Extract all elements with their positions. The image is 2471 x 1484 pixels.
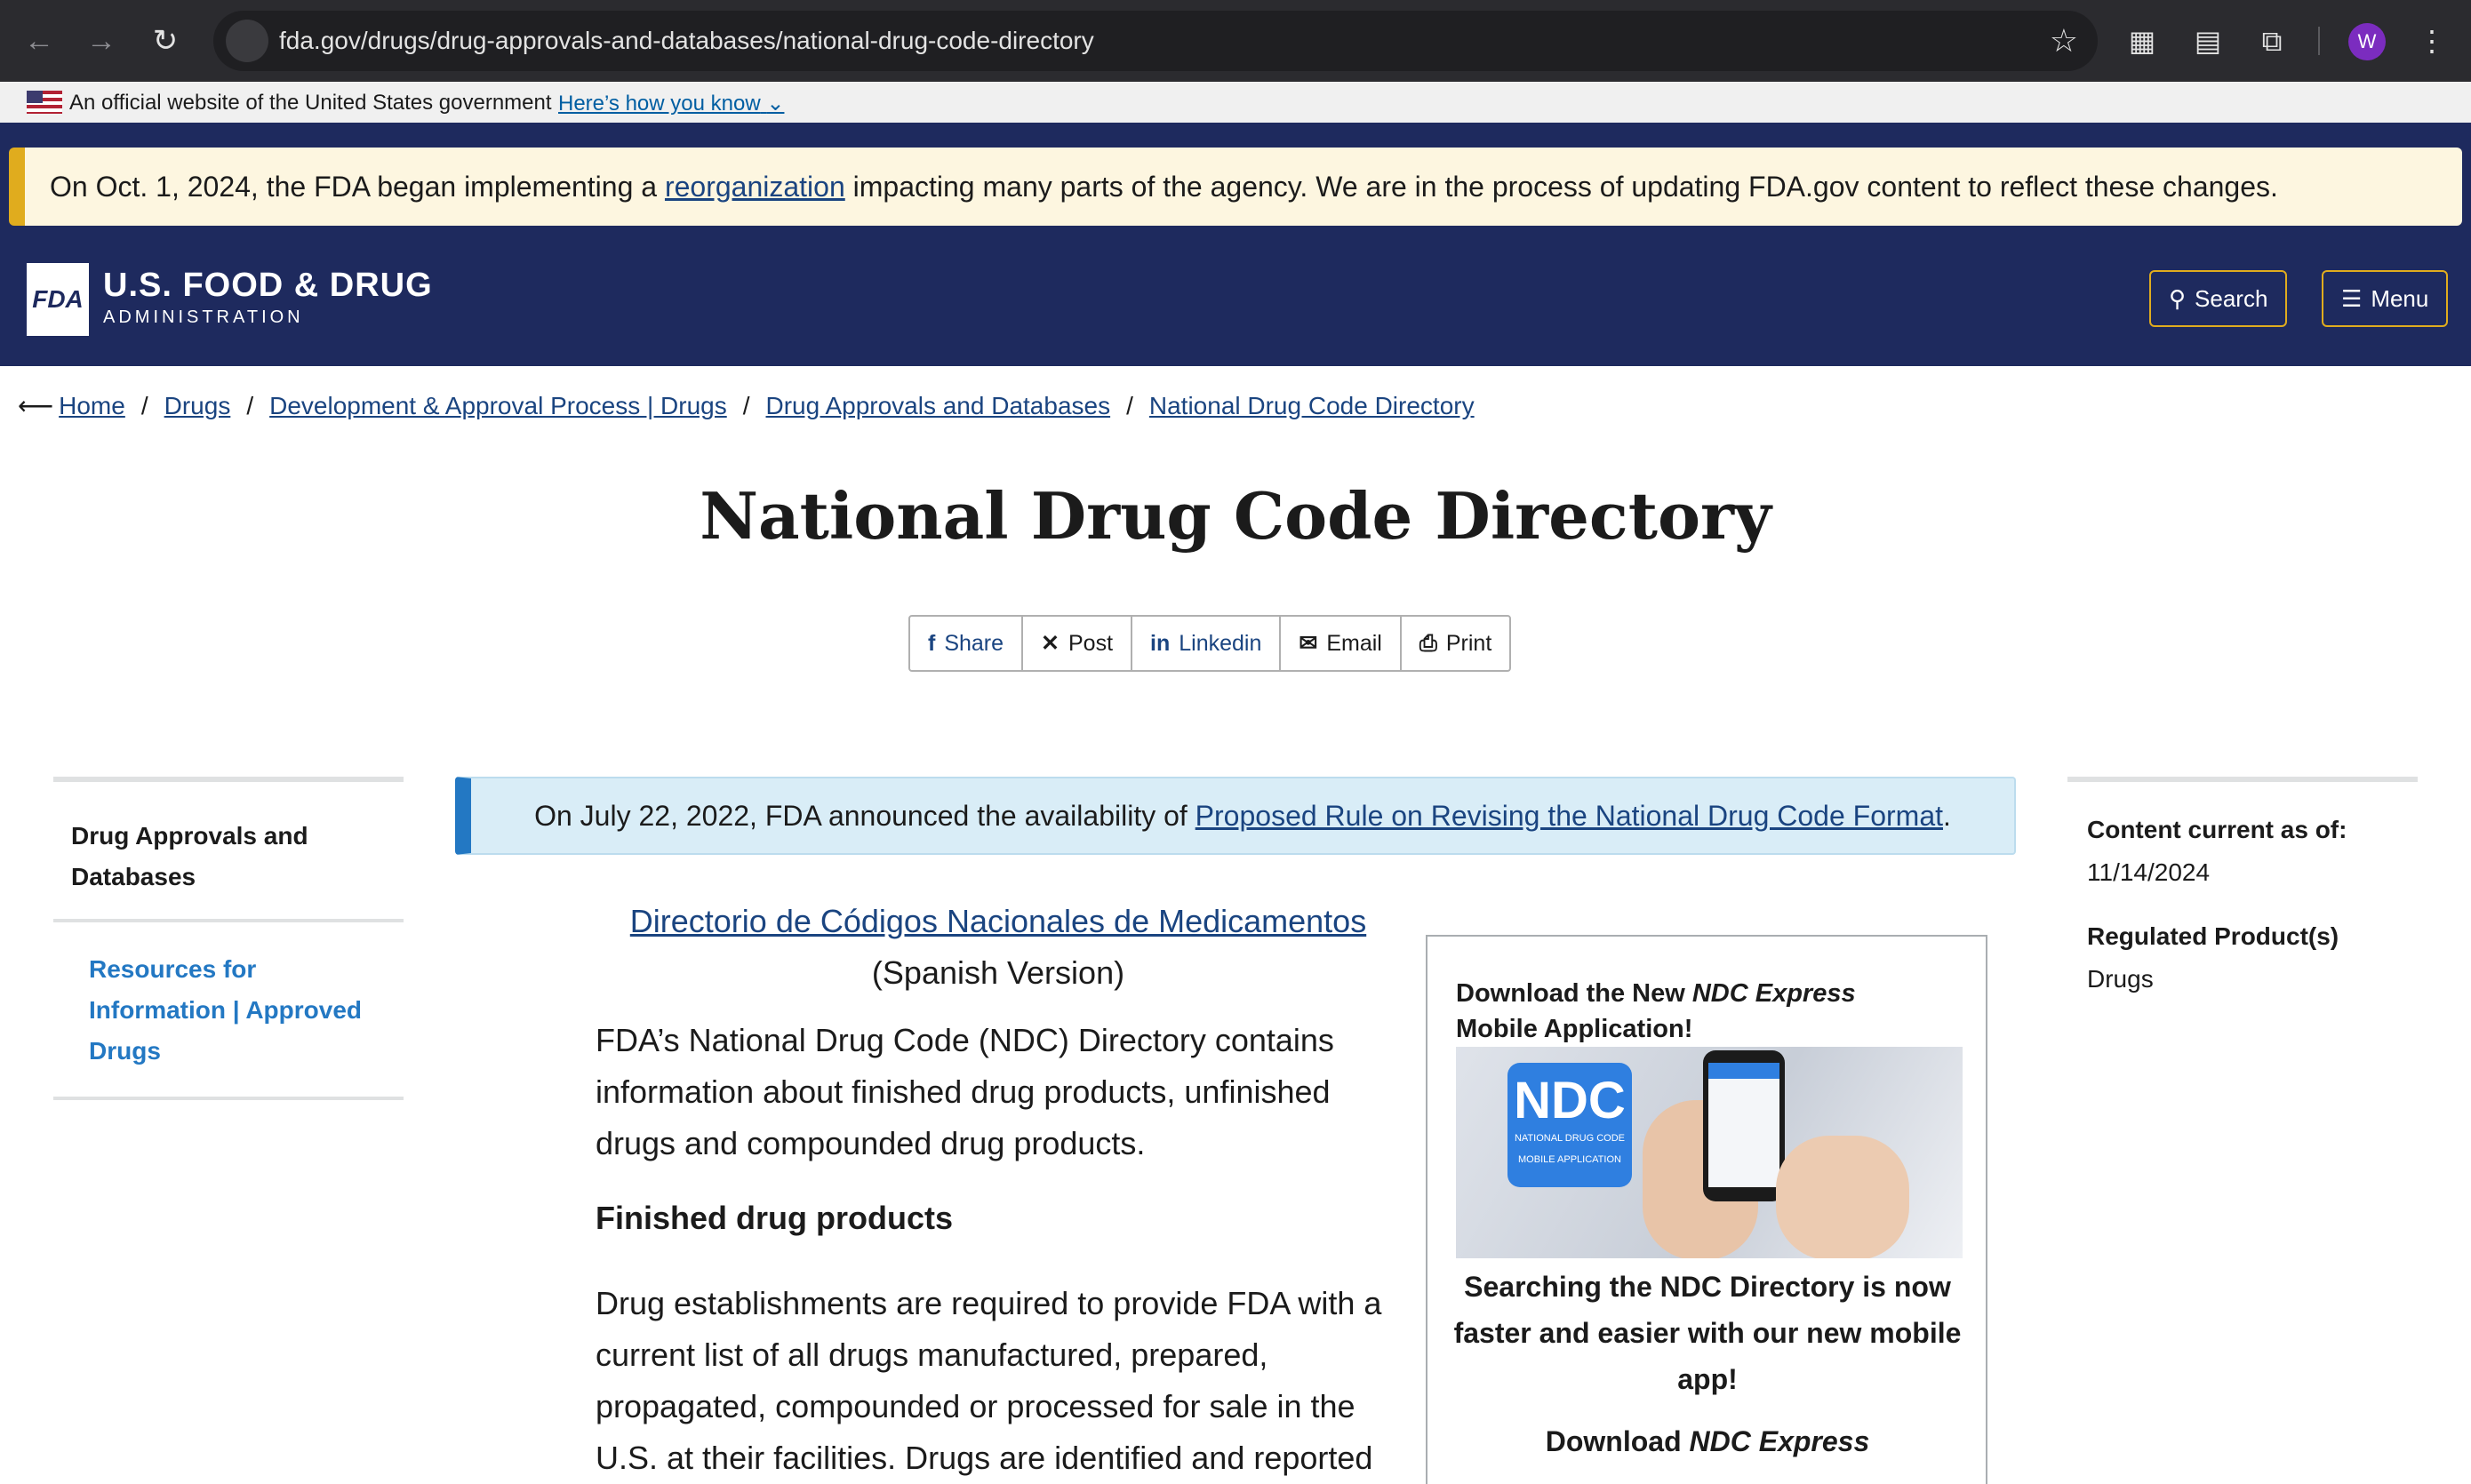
rail-divider [2067, 777, 2418, 782]
alert-message: On Oct. 1, 2024, the FDA began implement… [50, 171, 2278, 203]
finished-products-heading: Finished drug products [596, 1200, 953, 1236]
x-icon: ✕ [1041, 631, 1060, 656]
forward-icon[interactable]: → [80, 20, 123, 62]
chevron-down-icon: ⌄ [766, 92, 785, 116]
proposed-rule-notice: On July 22, 2022, FDA announced the avai… [455, 777, 2016, 855]
site-title[interactable]: U.S. FOOD & DRUG [103, 267, 433, 305]
search-button[interactable]: ⚲ Search [2149, 270, 2288, 327]
toolbar-divider [2318, 27, 2320, 55]
share-email-button[interactable]: ✉ Email [1281, 617, 1402, 670]
reload-icon[interactable]: ↻ [144, 20, 187, 62]
breadcrumb-drugs[interactable]: Drugs [164, 392, 231, 419]
gov-banner: An official website of the United States… [0, 82, 2471, 123]
how-you-know-link[interactable]: Here’s how you know ⌄ [558, 91, 784, 116]
spanish-version: Directorio de Códigos Nacionales de Medi… [596, 896, 1401, 999]
content-current-date: 11/14/2024 [2087, 858, 2211, 886]
spanish-version-link[interactable]: Directorio de Códigos Nacionales de Medi… [630, 903, 1366, 939]
page-metadata: Content current as of: 11/14/2024 Regula… [2067, 777, 2418, 993]
reading-list-icon[interactable]: ▤ [2187, 20, 2229, 62]
us-flag-icon [27, 91, 62, 114]
qr-code-icon[interactable]: ▦ [2121, 20, 2163, 62]
regulated-products-label: Regulated Product(s) [2087, 922, 2339, 950]
ndc-app-logo: NDC NATIONAL DRUG CODE MOBILE APPLICATIO… [1507, 1063, 1632, 1187]
promo-caption: Searching the NDC Directory is now faste… [1453, 1271, 1962, 1395]
notice-message: On July 22, 2022, FDA announced the avai… [534, 800, 1951, 832]
promo-download: Download NDC Express [1545, 1425, 1870, 1457]
printer-icon: ⎙ [1419, 631, 1437, 656]
gov-banner-text: An official website of the United States… [69, 91, 552, 115]
back-icon[interactable]: ← [18, 20, 60, 62]
hamburger-icon: ☰ [2341, 285, 2363, 312]
share-x-button[interactable]: ✕ Post [1023, 617, 1133, 670]
site-info-icon[interactable] [226, 20, 268, 62]
intro-paragraph: FDA’s National Drug Code (NDC) Directory… [596, 1022, 1334, 1161]
section-nav: Drug Approvals and Databases Resources f… [53, 777, 404, 1100]
proposed-rule-link[interactable]: Proposed Rule on Revising the National D… [1196, 800, 1943, 832]
fda-logo[interactable]: FDA [27, 263, 89, 336]
page-title: National Drug Code Directory [700, 478, 1771, 554]
reorganization-link[interactable]: reorganization [665, 171, 845, 203]
ndc-express-promo: Download the New NDC Express Mobile Appli… [1426, 935, 1987, 1484]
bookmark-star-icon[interactable]: ☆ [2050, 20, 2078, 62]
sidebar-item-resources[interactable]: Resources for Information | Approved Dru… [53, 922, 404, 1100]
pointing-hand-graphic [1776, 1136, 1909, 1258]
breadcrumb-home[interactable]: Home [59, 392, 125, 419]
regulated-products-value: Drugs [2087, 965, 2154, 993]
search-icon: ⚲ [2169, 285, 2187, 312]
print-button[interactable]: ⎙ Print [1402, 617, 1509, 670]
spanish-version-note: (Spanish Version) [871, 954, 1125, 991]
back-arrow-icon: ⟵ [18, 392, 54, 419]
share-bar: f Share ✕ Post in Linkedin ✉ Email ⎙ Print [908, 615, 1512, 672]
profile-avatar[interactable]: W [2348, 23, 2386, 60]
ndc-app-image[interactable]: NDC NATIONAL DRUG CODE MOBILE APPLICATIO… [1456, 1047, 1963, 1258]
envelope-icon: ✉ [1299, 631, 1318, 656]
promo-title: Download the New NDC Express Mobile Appli… [1456, 979, 1856, 1043]
finished-products-paragraph: Drug establishments are required to prov… [596, 1285, 1382, 1476]
url-text[interactable]: fda.gov/drugs/drug-approvals-and-databas… [279, 27, 1094, 55]
sidebar-item-drug-approvals[interactable]: Drug Approvals and Databases [53, 782, 404, 922]
content-current-label: Content current as of: [2087, 816, 2347, 843]
linkedin-icon: in [1150, 631, 1171, 656]
phone-graphic [1703, 1050, 1785, 1201]
breadcrumb-ndc-directory[interactable]: National Drug Code Directory [1149, 392, 1475, 419]
menu-button[interactable]: ☰ Menu [2322, 270, 2449, 327]
facebook-icon: f [928, 631, 936, 656]
breadcrumb-drug-approvals-databases[interactable]: Drug Approvals and Databases [766, 392, 1111, 419]
browser-toolbar: ← → ↻ fda.gov/drugs/drug-approvals-and-d… [0, 0, 2471, 82]
address-bar[interactable]: fda.gov/drugs/drug-approvals-and-databas… [213, 11, 2098, 71]
share-facebook-button[interactable]: f Share [910, 617, 1024, 670]
share-linkedin-button[interactable]: in Linkedin [1132, 617, 1282, 670]
breadcrumb-development-approval[interactable]: Development & Approval Process | Drugs [269, 392, 727, 419]
reorganization-alert: On Oct. 1, 2024, the FDA began implement… [9, 148, 2462, 226]
site-subtitle: ADMINISTRATION [103, 307, 304, 327]
browser-menu-icon[interactable]: ⋮ [2411, 20, 2453, 62]
breadcrumb: ⟵ Home / Drugs / Development & Approval Proce… [18, 392, 1475, 419]
extensions-icon[interactable]: ⧉ [2251, 20, 2293, 62]
